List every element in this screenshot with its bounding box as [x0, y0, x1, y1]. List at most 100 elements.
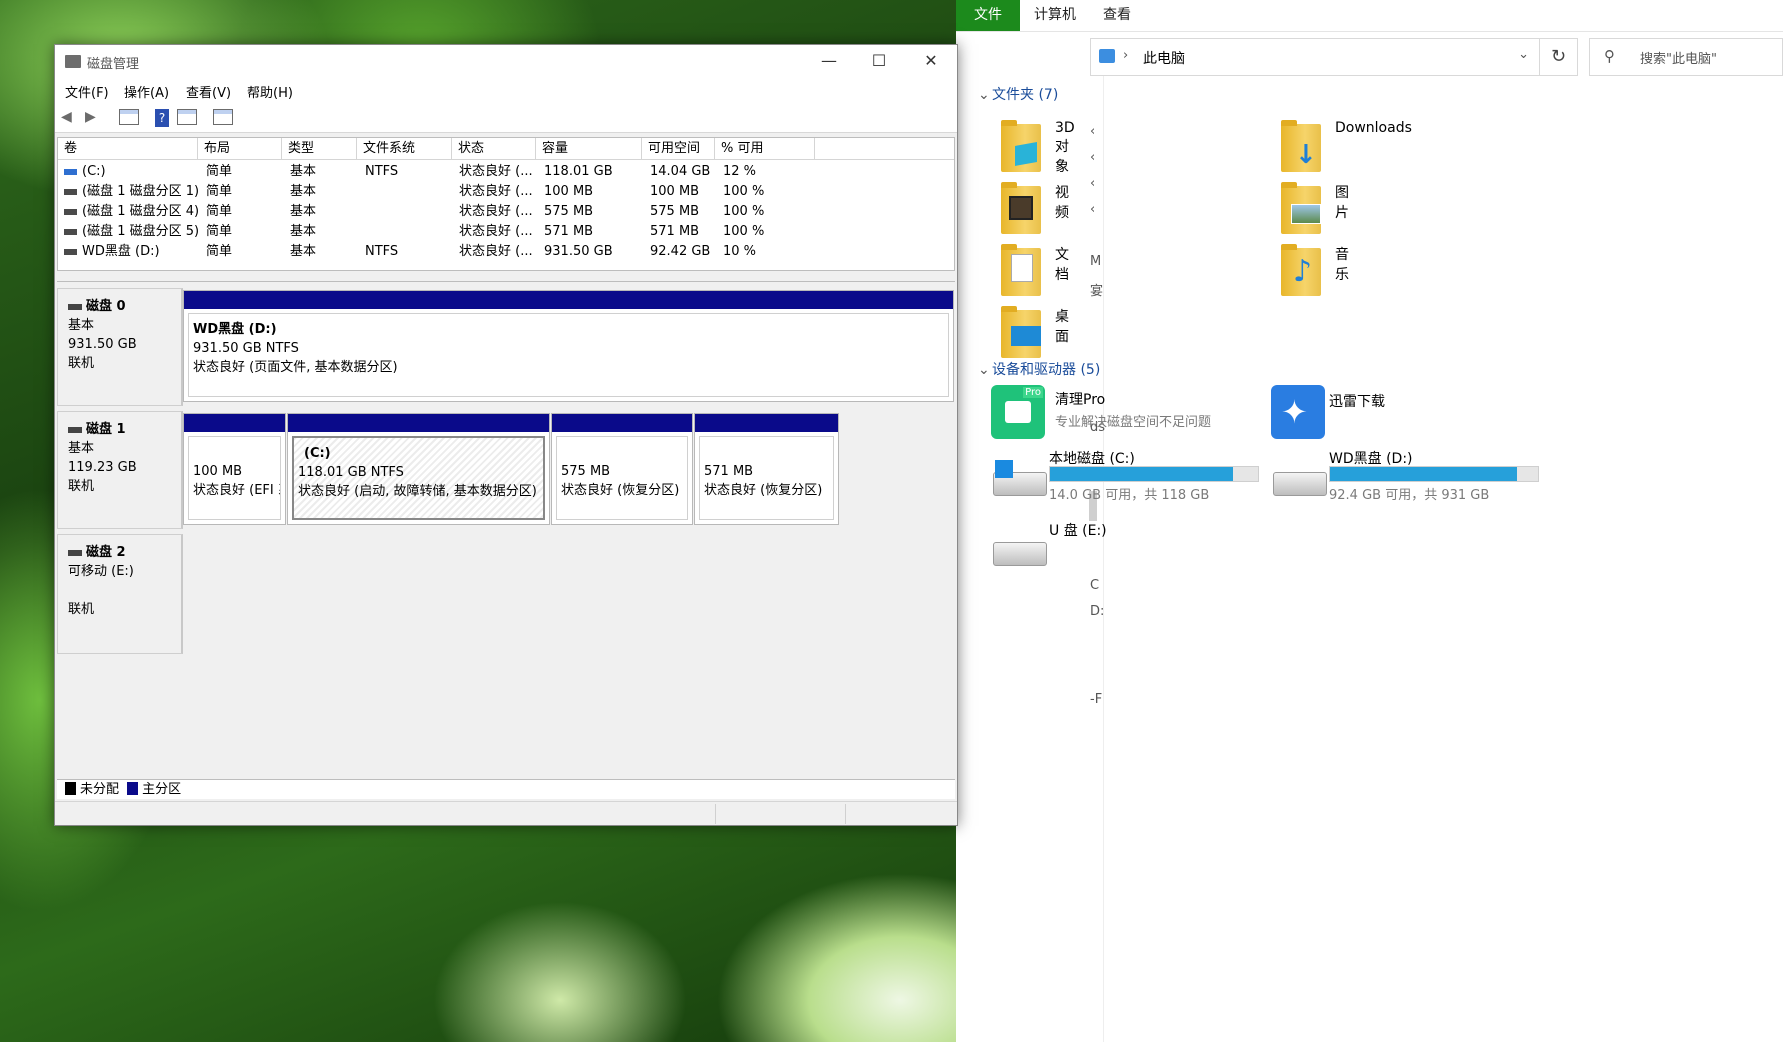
table-cell: (磁盘 1 磁盘分区 1)	[64, 182, 198, 202]
console-icon[interactable]	[177, 109, 197, 125]
folder-label: 音乐	[1335, 247, 1349, 283]
toolbar: ◀ ▶ ?	[55, 103, 957, 133]
col-volume[interactable]: 卷	[58, 138, 198, 160]
disk-1-info[interactable]: 磁盘 1 基本 119.23 GB 联机	[57, 411, 183, 529]
properties-icon[interactable]	[119, 109, 139, 125]
disk-2-info[interactable]: 磁盘 2 可移动 (E:) 联机	[57, 534, 183, 654]
this-pc-icon	[1099, 49, 1115, 63]
volume-name: (磁盘 1 磁盘分区 1)	[82, 184, 198, 199]
table-row[interactable]: (磁盘 1 磁盘分区 5) 简单 基本 状态良好 (... 571 MB 571 MB 10…	[58, 222, 954, 242]
disk-size: 931.50 GB	[68, 337, 137, 352]
disk-icon	[68, 549, 82, 556]
help-icon[interactable]: ?	[155, 109, 169, 127]
drive-c[interactable]: 本地磁盘 (C:) 14.0 GB 可用，共 118 GB	[993, 448, 1283, 512]
disk-graph-pane: 磁盘 0 基本 931.50 GB 联机 WD黑盘 (D:) 931.50 GB…	[57, 281, 955, 779]
table-row[interactable]: (C:) 简单 基本 NTFS 状态良好 (... 118.01 GB 14.04 GB 12…	[58, 162, 954, 182]
table-row[interactable]: (磁盘 1 磁盘分区 1) 简单 基本 状态良好 (... 100 MB 100 MB 10…	[58, 182, 954, 202]
disk-0-info[interactable]: 磁盘 0 基本 931.50 GB 联机	[57, 288, 183, 406]
menu-action[interactable]: 操作(A)	[124, 82, 169, 101]
table-row[interactable]: (磁盘 1 磁盘分区 4) 简单 基本 状态良好 (... 575 MB 575 MB 10…	[58, 202, 954, 222]
partition-recovery-571[interactable]: 571 MB 状态良好 (恢复分区)	[694, 413, 839, 525]
drive-d[interactable]: WD黑盘 (D:) 92.4 GB 可用，共 931 GB	[1273, 448, 1563, 512]
nav-fragment[interactable]: D:	[1090, 604, 1104, 619]
primary-partition-bar	[184, 291, 953, 309]
drive-e[interactable]: U 盘 (E:)	[993, 518, 1193, 568]
col-status[interactable]: 状态	[452, 138, 536, 160]
forward-arrow-icon[interactable]: ▶	[85, 109, 96, 127]
primary-partition-bar	[552, 414, 692, 432]
list-view-icon[interactable]	[213, 109, 233, 125]
partition-d[interactable]: WD黑盘 (D:) 931.50 GB NTFS 状态良好 (页面文件, 基本数…	[183, 290, 954, 402]
folder-icon	[997, 178, 1047, 238]
unallocated-swatch	[65, 782, 76, 795]
nav-fragment[interactable]: ‹	[1090, 176, 1095, 191]
primary-swatch	[127, 782, 139, 795]
col-type[interactable]: 类型	[282, 138, 357, 160]
nav-fragment[interactable]: ‹	[1090, 202, 1095, 217]
col-filesystem[interactable]: 文件系统	[357, 138, 452, 160]
window-title: 磁盘管理	[87, 57, 140, 72]
disk-icon	[68, 303, 82, 310]
folder-icon	[1277, 178, 1327, 238]
app-xunlei[interactable]: ✦ 迅雷下载	[1271, 385, 1471, 445]
table-cell: 基本	[290, 184, 317, 199]
refresh-button[interactable]: ↻	[1540, 38, 1578, 76]
col-percent-free[interactable]: % 可用	[715, 138, 815, 160]
partition-recovery-575[interactable]: 575 MB 状态良好 (恢复分区)	[551, 413, 693, 525]
chevron-right-icon[interactable]: ›	[1123, 48, 1128, 63]
table-cell: NTFS	[365, 164, 399, 179]
table-row[interactable]: WD黑盘 (D:) 简单 基本 NTFS 状态良好 (... 931.50 GB 92.42…	[58, 242, 954, 262]
col-capacity[interactable]: 容量	[536, 138, 642, 160]
nav-fragment[interactable]: -F	[1090, 692, 1102, 707]
menu-help[interactable]: 帮助(H)	[247, 82, 293, 101]
table-cell: 简单	[206, 204, 233, 219]
close-button[interactable]: ✕	[907, 45, 955, 77]
status-segment	[715, 804, 716, 824]
back-arrow-icon[interactable]: ◀	[61, 109, 72, 127]
partition-efi[interactable]: 100 MB 状态良好 (EFI 系	[183, 413, 286, 525]
title-bar[interactable]: 磁盘管理 — ☐ ✕	[55, 45, 957, 77]
disk-size: 119.23 GB	[68, 460, 137, 475]
col-free-space[interactable]: 可用空间	[642, 138, 715, 160]
folders-section-header[interactable]: ⌄ 文件夹 (7)	[978, 84, 1058, 104]
primary-partition-bar	[184, 414, 285, 432]
folder-label: 图片	[1335, 185, 1349, 221]
nav-fragment[interactable]: C	[1090, 578, 1099, 593]
folder-label: Downloads	[1335, 120, 1412, 136]
menu-file[interactable]: 文件(F)	[65, 82, 109, 101]
table-cell	[365, 222, 455, 242]
app-cleaner-pro[interactable]: Pro 清理Pro 专业解决磁盘空间不足问题	[991, 385, 1261, 445]
nav-fragment[interactable]: M	[1090, 254, 1101, 269]
col-layout[interactable]: 布局	[198, 138, 282, 160]
devices-section-header[interactable]: ⌄ 设备和驱动器 (5)	[978, 359, 1100, 379]
menu-view[interactable]: 查看(V)	[186, 82, 231, 101]
disk-type: 基本	[68, 318, 95, 333]
tab-computer[interactable]: 计算机	[1034, 0, 1076, 31]
volume-icon	[64, 248, 77, 255]
table-cell: 100 %	[723, 224, 765, 239]
minimize-button[interactable]: —	[805, 45, 853, 77]
address-location[interactable]: 此电脑	[1143, 48, 1185, 68]
volume-list[interactable]: 卷 布局 类型 文件系统 状态 容量 可用空间 % 可用 (C:) 简单 基本 NTF…	[57, 137, 955, 271]
disk-type: 可移动 (E:)	[68, 564, 134, 579]
volume-icon	[64, 188, 77, 195]
tab-file[interactable]: 文件	[956, 0, 1020, 31]
nav-fragment[interactable]: ‹	[1090, 124, 1095, 139]
table-cell: 基本	[290, 244, 317, 259]
search-input[interactable]: ⚲ 搜索"此电脑"	[1589, 38, 1783, 76]
nav-fragment[interactable]: 宴	[1090, 280, 1103, 299]
table-cell: 12 %	[723, 164, 757, 179]
chevron-down-icon[interactable]: ⌄	[1518, 47, 1529, 62]
volume-icon	[64, 228, 77, 235]
disk-state: 联机	[68, 356, 95, 371]
legend-unallocated: 未分配	[80, 782, 120, 797]
nav-fragment[interactable]: ‹	[1090, 150, 1095, 165]
search-icon: ⚲	[1604, 47, 1615, 65]
tab-view[interactable]: 查看	[1103, 0, 1131, 31]
partition-c[interactable]: (C:) 118.01 GB NTFS 状态良好 (启动, 故障转储, 基本数据…	[287, 413, 550, 525]
address-bar[interactable]: › 此电脑 ⌄	[1090, 38, 1540, 76]
volume-name: (磁盘 1 磁盘分区 5)	[82, 224, 198, 239]
table-cell: 575 MB	[650, 204, 700, 219]
table-cell: 100 %	[723, 204, 765, 219]
maximize-button[interactable]: ☐	[855, 45, 903, 77]
